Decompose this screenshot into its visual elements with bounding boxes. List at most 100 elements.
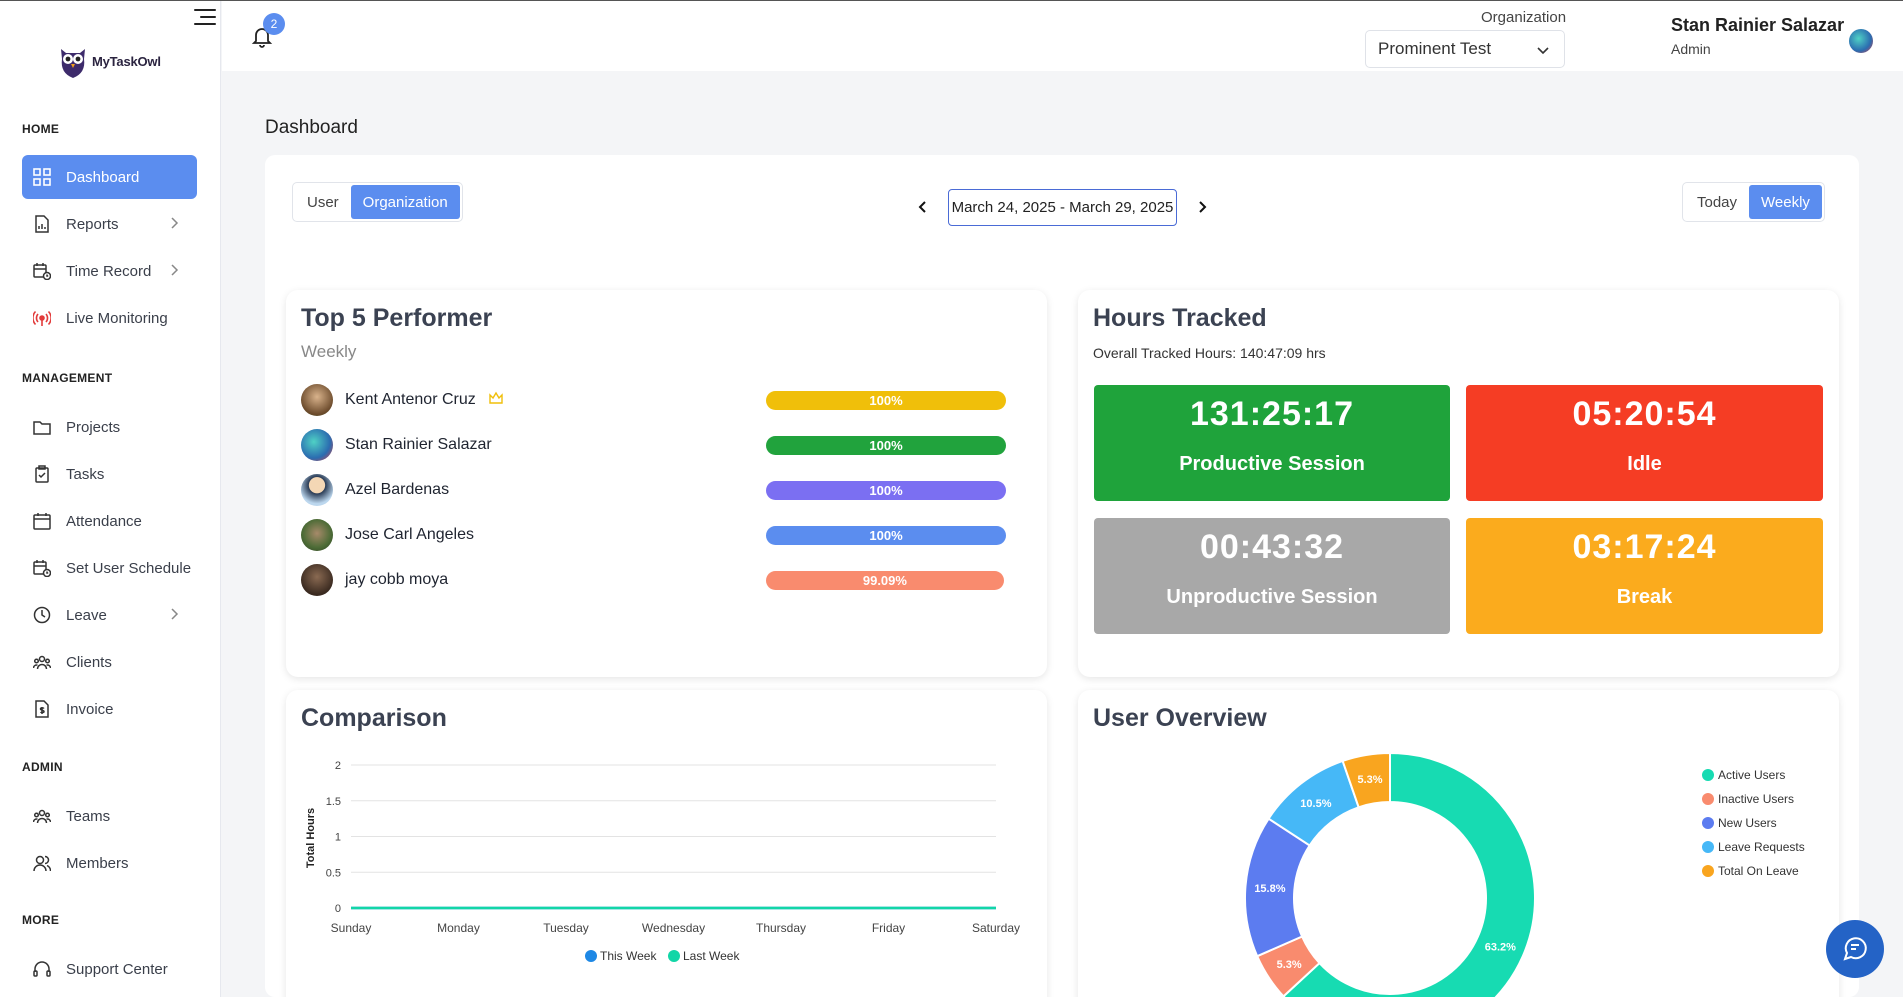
performer-name: jay cobb moya [345, 571, 449, 588]
section-home: HOME [22, 122, 60, 136]
sidebar-item-support-center[interactable]: Support Center [22, 947, 197, 991]
page-title: Dashboard [265, 117, 358, 138]
brand-name: MyTaskOwl [92, 53, 161, 69]
slice-label: 10.5% [1300, 798, 1331, 810]
scope-user-option[interactable]: User [295, 185, 351, 219]
chevron-left-icon[interactable] [915, 199, 931, 215]
sidebar-item-tasks[interactable]: Tasks [22, 452, 197, 496]
legend-marker [668, 950, 680, 962]
schedule-icon [32, 558, 52, 578]
sidebar-item-invoice[interactable]: Invoice [22, 687, 197, 731]
performer-progress: 100% [766, 436, 1006, 455]
invoice-icon [32, 699, 52, 719]
performer-row: Stan Rainier Salazar 100% [301, 429, 1011, 461]
performer-name: Kent Antenor Cruz [345, 391, 476, 408]
x-tick-label: Friday [872, 921, 905, 935]
period-today-option[interactable]: Today [1685, 185, 1749, 219]
y-tick-label: 2 [335, 760, 341, 772]
sidebar: MyTaskOwl HOME MANAGEMENT ADMIN MORE Das… [0, 1, 221, 997]
performer-name: Jose Carl Angeles [345, 526, 474, 543]
sidebar-item-live-monitoring[interactable]: Live Monitoring [22, 296, 197, 340]
legend-label: Leave Requests [1718, 840, 1805, 854]
chevron-right-icon [171, 264, 179, 276]
sidebar-item-time-record[interactable]: Time Record [22, 249, 197, 293]
sidebar-item-label: Dashboard [66, 168, 140, 186]
performer-progress: 100% [766, 481, 1006, 500]
slice-label: 63.2% [1485, 941, 1516, 953]
legend-dot [1702, 865, 1714, 877]
chevron-right-icon[interactable] [1194, 199, 1210, 215]
scope-toggle: User Organization [292, 182, 463, 222]
legend-label: Inactive Users [1718, 792, 1795, 806]
avatar [301, 384, 333, 416]
section-management: MANAGEMENT [22, 371, 113, 385]
hours-tracked-card: Hours Tracked Overall Tracked Hours: 140… [1078, 290, 1839, 677]
avatar[interactable] [1849, 29, 1873, 53]
date-range-input[interactable]: March 24, 2025 - March 29, 2025 [948, 189, 1177, 226]
members-icon [32, 853, 52, 873]
logo[interactable]: MyTaskOwl [58, 43, 161, 79]
menu-toggle-icon[interactable] [194, 9, 218, 29]
legend-item[interactable]: Active Users [1702, 768, 1785, 782]
legend-dot [1702, 769, 1714, 781]
support-chat-button[interactable] [1826, 920, 1884, 978]
top-performers-title: Top 5 Performer [301, 304, 493, 332]
crown-icon [489, 391, 503, 404]
section-more: MORE [22, 913, 60, 927]
period-toggle: Today Weekly [1682, 182, 1825, 222]
sidebar-item-projects[interactable]: Projects [22, 405, 197, 449]
notification-badge: 2 [263, 13, 285, 35]
tile-label: Unproductive Session [1166, 586, 1378, 608]
sidebar-item-reports[interactable]: Reports [22, 202, 197, 246]
comparison-card: Comparison 0 0.5 1 1.5 2 Total Hours Sunday Mon… [286, 690, 1047, 997]
sidebar-item-label: Clients [66, 653, 112, 671]
legend-item[interactable]: Total On Leave [1702, 864, 1799, 878]
org-select[interactable]: Prominent Test [1365, 30, 1565, 68]
sidebar-item-clients[interactable]: Clients [22, 640, 197, 684]
time-record-icon [32, 261, 52, 281]
avatar [301, 429, 333, 461]
y-tick-label: 1 [335, 832, 341, 844]
legend-item[interactable]: Leave Requests [1702, 840, 1805, 854]
y-tick-label: 0 [335, 903, 341, 915]
performer-row: jay cobb moya 99.09% [301, 564, 1011, 596]
sidebar-item-teams[interactable]: Teams [22, 794, 197, 838]
chevron-right-icon [171, 608, 179, 620]
top-performers-card: Top 5 Performer Weekly Kent Antenor Cruz… [286, 290, 1047, 677]
sidebar-item-label: Attendance [66, 512, 142, 530]
sidebar-item-leave[interactable]: Leave [22, 593, 197, 637]
sidebar-item-label: Set User Schedule [66, 559, 192, 577]
idle-tile: 05:20:54 Idle [1466, 385, 1823, 501]
performer-row: Kent Antenor Cruz 100% [301, 384, 1011, 416]
break-tile: 03:17:24 Break [1466, 518, 1823, 634]
chevron-right-icon [171, 217, 179, 229]
performer-progress: 100% [766, 526, 1006, 545]
dashboard-icon [32, 167, 52, 187]
period-weekly-option[interactable]: Weekly [1749, 185, 1822, 219]
sidebar-item-set-user-schedule[interactable]: Set User Schedule [22, 546, 197, 590]
legend-item[interactable]: Inactive Users [1702, 792, 1794, 806]
scope-organization-option[interactable]: Organization [350, 185, 460, 219]
legend-item[interactable]: New Users [1702, 816, 1777, 830]
sidebar-item-attendance[interactable]: Attendance [22, 499, 197, 543]
sidebar-item-members[interactable]: Members [22, 841, 197, 885]
org-select-value: Prominent Test [1378, 39, 1492, 58]
tile-value: 03:17:24 [1572, 528, 1717, 566]
legend-label: Active Users [1718, 768, 1786, 782]
legend-dot [1702, 793, 1714, 805]
sidebar-item-label: Support Center [66, 960, 168, 978]
slice-label: 15.8% [1254, 883, 1285, 895]
legend-dot [1702, 817, 1714, 829]
clients-icon [32, 652, 52, 672]
sidebar-item-label: Invoice [66, 700, 114, 718]
x-tick-label: Monday [437, 921, 480, 935]
clipboard-icon [32, 464, 52, 484]
chat-icon [1843, 937, 1867, 961]
tile-value: 05:20:54 [1572, 395, 1717, 433]
legend-label: Last Week [683, 949, 740, 963]
sidebar-item-dashboard[interactable]: Dashboard [22, 155, 197, 199]
performer-name: Azel Bardenas [345, 481, 450, 498]
performer-name: Stan Rainier Salazar [345, 436, 492, 453]
user-name[interactable]: Stan Rainier Salazar [1671, 15, 1844, 36]
avatar [301, 519, 333, 551]
